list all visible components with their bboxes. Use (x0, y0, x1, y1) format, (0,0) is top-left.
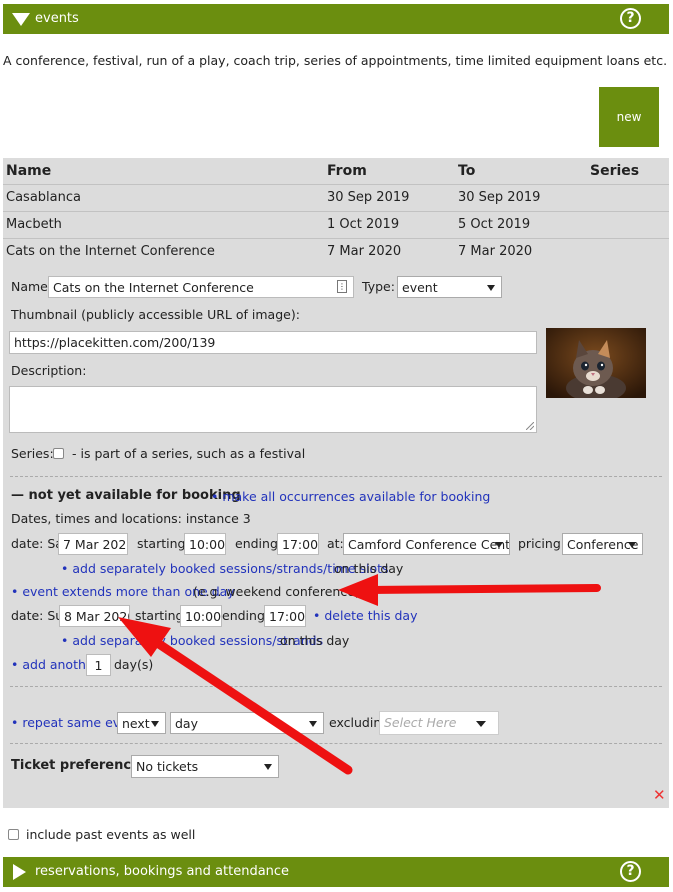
red-arrow-icon (338, 574, 601, 606)
red-arrow-icon (118, 617, 353, 775)
annotation-arrows (118, 574, 601, 775)
